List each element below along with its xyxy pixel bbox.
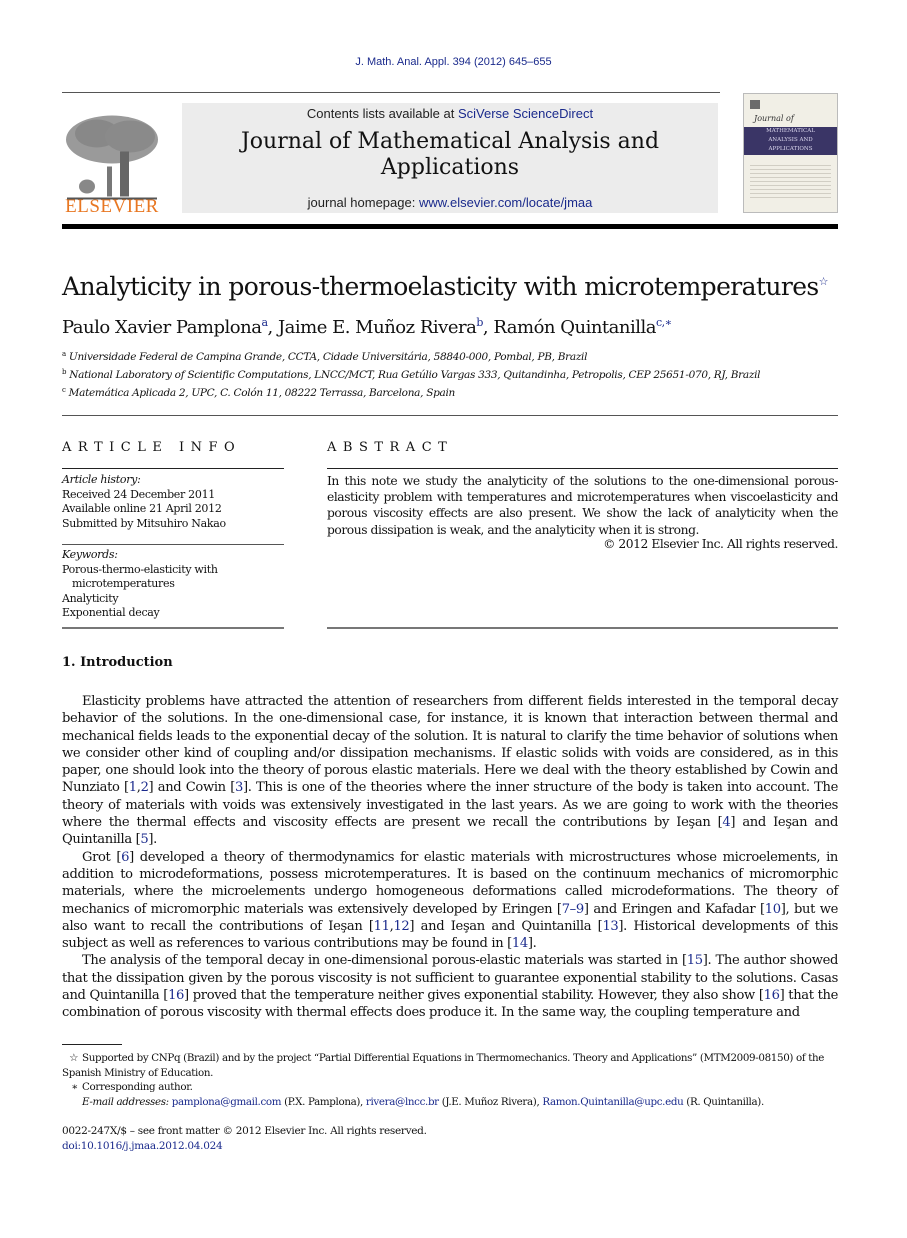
homepage-prefix: journal homepage: xyxy=(307,195,419,210)
journal-cover-thumbnail[interactable]: Journal of MATHEMATICAL ANALYSIS AND APP… xyxy=(743,93,838,213)
divider xyxy=(327,468,838,469)
section-heading: 1. Introduction xyxy=(62,655,173,670)
divider xyxy=(62,627,284,629)
divider xyxy=(62,468,284,469)
title-footnote-star-icon[interactable]: ☆ xyxy=(819,275,829,288)
history-item: Submitted by Mitsuhiro Nakao xyxy=(62,516,226,530)
keyword: Analyticity xyxy=(62,591,119,605)
reference-link[interactable]: 3 xyxy=(235,780,243,795)
email-link[interactable]: rivera@lncc.br xyxy=(366,1096,439,1108)
body-paragraph: The analysis of the temporal decay in on… xyxy=(62,952,838,1021)
homepage-link[interactable]: www.elsevier.com/locate/jmaa xyxy=(419,195,592,210)
elsevier-wordmark[interactable]: ELSEVIER xyxy=(62,196,162,218)
body-paragraph: Grot [6] developed a theory of thermodyn… xyxy=(62,849,838,953)
cover-title-band: MATHEMATICAL ANALYSIS AND APPLICATIONS xyxy=(744,127,837,155)
email-label: E-mail addresses: xyxy=(82,1095,169,1108)
reference-link[interactable]: 11 xyxy=(374,919,390,934)
author-name: Paulo Xavier Pamplona xyxy=(62,317,262,338)
email-link[interactable]: pamplona@gmail.com xyxy=(172,1096,282,1108)
body-text-run: ] and Cowin [ xyxy=(148,780,236,796)
reference-link[interactable]: 10 xyxy=(765,902,781,917)
body-text-run: ] and Ieşan and Quintanilla [ xyxy=(409,918,603,934)
history-item: Received 24 December 2011 xyxy=(62,487,215,501)
author-name: Jaime E. Muñoz Rivera xyxy=(277,317,477,338)
cover-line: ANALYSIS AND xyxy=(768,137,813,143)
funding-footnote: ☆ Supported by CNPq (Brazil) and by the p… xyxy=(62,1052,825,1079)
affiliation: a Universidade Federal de Campina Grande… xyxy=(62,350,588,363)
reference-link[interactable]: 7–9 xyxy=(562,902,585,917)
author-name: Ramón Quintanilla xyxy=(493,317,656,338)
email-footnote: E-mail addresses: pamplona@gmail.com (P.… xyxy=(82,1095,764,1108)
header-rule xyxy=(62,92,720,93)
body-text: Elasticity problems have attracted the a… xyxy=(62,693,838,1022)
reference-link[interactable]: 13 xyxy=(602,919,618,934)
front-matter: 0022-247X/$ – see front matter © 2012 El… xyxy=(62,1125,427,1137)
divider xyxy=(327,627,838,629)
abstract-heading: ABSTRACT xyxy=(327,440,454,455)
reference-link[interactable]: 6 xyxy=(121,850,129,865)
abstract-text: In this note we study the analyticity of… xyxy=(327,474,838,537)
journal-citation[interactable]: J. Math. Anal. Appl. 394 (2012) 645–655 xyxy=(0,56,907,68)
cover-script-title: Journal of xyxy=(754,114,794,123)
history-item: Available online 21 April 2012 xyxy=(62,502,222,515)
body-paragraph: Elasticity problems have attracted the a… xyxy=(62,693,838,849)
reference-link[interactable]: 2 xyxy=(141,780,149,795)
footnote-asterisk-icon: ∗ xyxy=(71,1081,78,1093)
body-text-run: ]. xyxy=(527,936,537,952)
history-label: Article history: xyxy=(62,473,141,486)
article-history: Article history: Received 24 December 20… xyxy=(62,473,226,531)
author-list: Paulo Xavier Pamplonaa, Jaime E. Muñoz R… xyxy=(62,316,672,338)
reference-link[interactable]: 12 xyxy=(393,919,409,934)
affiliation: c Matemática Aplicada 2, UPC, C. Colón 1… xyxy=(62,386,455,399)
reference-link[interactable]: 14 xyxy=(512,936,528,951)
reference-link[interactable]: 15 xyxy=(687,953,703,968)
corresponding-footnote: ∗ Corresponding author. xyxy=(62,1080,838,1095)
journal-header-box: Contents lists available at SciVerse Sci… xyxy=(182,103,718,213)
affiliation: b National Laboratory of Scientific Comp… xyxy=(62,368,761,381)
keyword: Porous-thermo-elasticity with xyxy=(62,562,218,576)
body-text-run: ]. xyxy=(148,832,157,848)
contents-prefix: Contents lists available at xyxy=(306,106,458,121)
sciencedirect-link[interactable]: SciVerse ScienceDirect xyxy=(458,106,593,121)
doi-link[interactable]: doi:10.1016/j.jmaa.2012.04.024 xyxy=(62,1140,223,1152)
bottom-info: 0022-247X/$ – see front matter © 2012 El… xyxy=(62,1124,427,1154)
cover-line: APPLICATIONS xyxy=(768,146,813,152)
paper-title: Analyticity in porous-thermoelasticity w… xyxy=(62,272,829,301)
footnote-star-icon: ☆ xyxy=(69,1052,78,1064)
homepage-line: journal homepage: www.elsevier.com/locat… xyxy=(182,195,718,210)
email-link[interactable]: Ramon.Quintanilla@upc.edu xyxy=(542,1096,683,1108)
keyword: Exponential decay xyxy=(62,606,160,619)
author-affil-mark[interactable]: c,∗ xyxy=(656,316,672,329)
article-info-heading: ARTICLE INFO xyxy=(62,440,242,455)
journal-title: Journal of Mathematical Analysis and App… xyxy=(240,129,660,180)
keywords: Keywords: Porous-thermo-elasticity with … xyxy=(62,548,218,621)
body-text-run: ] and Eringen and Kafadar [ xyxy=(583,901,765,917)
header-thick-rule xyxy=(62,224,838,229)
keyword-continuation: microtemperatures xyxy=(72,577,175,590)
body-text-run: ] proved that the temperature neither gi… xyxy=(184,988,764,1004)
footnotes: ☆ Supported by CNPq (Brazil) and by the p… xyxy=(62,1051,838,1109)
abstract-copyright: © 2012 Elsevier Inc. All rights reserved… xyxy=(603,537,838,551)
contents-line: Contents lists available at SciVerse Sci… xyxy=(182,106,718,121)
keywords-label: Keywords: xyxy=(62,548,118,561)
footnote-rule xyxy=(62,1044,122,1045)
reference-link[interactable]: 1 xyxy=(129,780,137,795)
reference-link[interactable]: 16 xyxy=(764,988,780,1003)
body-text-run: The analysis of the temporal decay in on… xyxy=(82,953,687,969)
cover-line: MATHEMATICAL xyxy=(766,128,815,134)
reference-link[interactable]: 16 xyxy=(168,988,184,1003)
divider xyxy=(62,544,284,545)
divider xyxy=(62,415,838,416)
body-text-run: Grot [ xyxy=(82,849,122,865)
cover-editorial-board xyxy=(750,162,831,200)
cover-logo-icon xyxy=(750,100,760,109)
